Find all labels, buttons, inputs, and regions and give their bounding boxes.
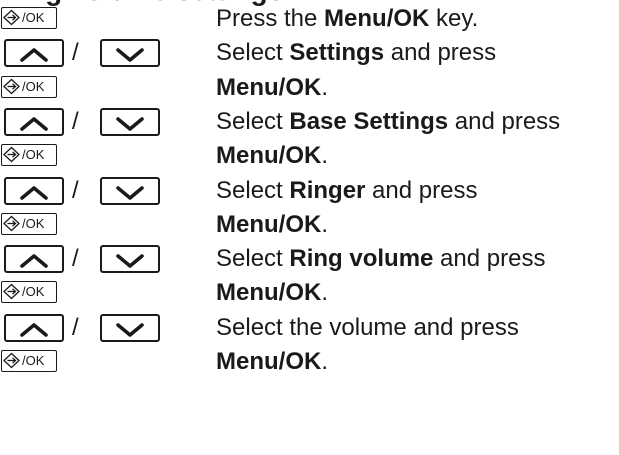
instruction-fragment: Select [216,39,290,67]
up-arrow-key [4,39,64,68]
key-symbols: /OK [0,276,200,310]
menu-ok-key-label: /OK [22,284,45,300]
instruction-fragment: and press [384,39,497,67]
instruction-step: / Select Ring volume and press [0,242,619,276]
instruction-text: Select Base Settings and press [216,105,560,139]
instruction-step: / Select Settings and press [0,36,619,70]
instruction-text: Menu/OK. [216,208,328,242]
instruction-fragment: Press the [216,5,325,32]
menu-ok-key-label: /OK [22,147,45,163]
key-symbols: /OK [0,345,200,379]
menu-ok-key: /OK [1,350,57,372]
instruction-text: Menu/OK. [216,276,328,310]
key-separator: / [72,176,79,204]
menu-ok-key-label: /OK [22,353,45,368]
instruction-text: Select Ring volume and press [216,242,545,276]
key-separator: / [72,245,79,273]
instruction-step: /OK Menu/OK. [0,71,619,105]
instruction-fragment: . [321,279,328,307]
instruction-text: Menu/OK. [216,139,328,173]
key-term: Menu/OK [216,142,322,170]
key-term: Settings [289,39,385,67]
menu-ok-key: /OK [1,75,57,98]
instruction-step: / Select Base Settings and press [0,105,619,139]
instruction-fragment: . [321,210,328,238]
instruction-fragment: . [321,73,328,101]
down-arrow-key [100,176,160,205]
instruction-fragment: . [321,142,328,170]
key-separator: / [72,39,79,67]
instruction-fragment: and press [448,107,561,135]
down-arrow-key [100,245,160,274]
menu-ok-key-label: /OK [22,78,45,94]
down-arrow-key [100,313,160,342]
key-symbols: /OK [0,208,200,242]
key-symbols: / [0,311,200,345]
instruction-fragment: Select [216,245,290,273]
instruction-text: Menu/OK. [216,345,328,379]
instruction-step: /OK Menu/OK. [0,345,619,379]
key-term: Menu/OK [324,5,430,32]
menu-ok-key: /OK [1,144,57,167]
key-term: Base Settings [289,107,449,135]
key-symbols: /OK [0,2,200,36]
key-symbols: /OK [0,71,200,105]
key-term: Menu/OK [216,279,322,307]
instruction-fragment: Select [216,176,290,204]
key-separator: / [72,107,79,135]
instruction-step: / Select the volume and press [0,311,619,345]
key-symbols: / [0,105,200,139]
key-term: Menu/OK [216,73,322,101]
menu-ok-key-label: /OK [22,215,45,231]
menu-ok-key-label: /OK [22,10,45,25]
instruction-step: /OK Menu/OK. [0,139,619,173]
key-term: Menu/OK [216,348,322,375]
key-symbols: / [0,174,200,208]
key-term: Menu/OK [216,210,322,238]
up-arrow-key [4,313,64,342]
instruction-fragment: and press [433,245,546,273]
instruction-step: / Select Ringer and press [0,174,619,208]
up-arrow-key [4,245,64,274]
key-symbols: /OK [0,139,200,173]
down-arrow-key [100,39,160,68]
menu-ok-key: /OK [1,212,57,235]
instruction-fragment: Select the volume and press [216,313,519,341]
up-arrow-key [4,176,64,205]
menu-ok-key: /OK [1,7,57,29]
instruction-text: Menu/OK. [216,71,328,105]
menu-ok-key: /OK [1,281,57,304]
instruction-text: Select Ringer and press [216,174,477,208]
instruction-text: Select the volume and press [216,311,519,345]
instruction-fragment: and press [365,176,478,204]
instruction-fragment: . [321,348,328,375]
down-arrow-key [100,107,160,136]
instruction-step: /OK Press the Menu/OK key. [0,2,619,36]
up-arrow-key [4,107,64,136]
key-symbols: / [0,36,200,70]
instruction-step: /OK Menu/OK. [0,208,619,242]
key-term: Ringer [289,176,366,204]
instruction-step: /OK Menu/OK. [0,276,619,310]
instruction-fragment: Select [216,107,290,135]
instruction-text: Press the Menu/OK key. [216,2,478,36]
instruction-fragment: key. [429,5,479,32]
key-symbols: / [0,242,200,276]
instruction-text: Select Settings and press [216,36,496,70]
key-separator: / [72,313,79,341]
key-term: Ring volume [289,245,434,273]
